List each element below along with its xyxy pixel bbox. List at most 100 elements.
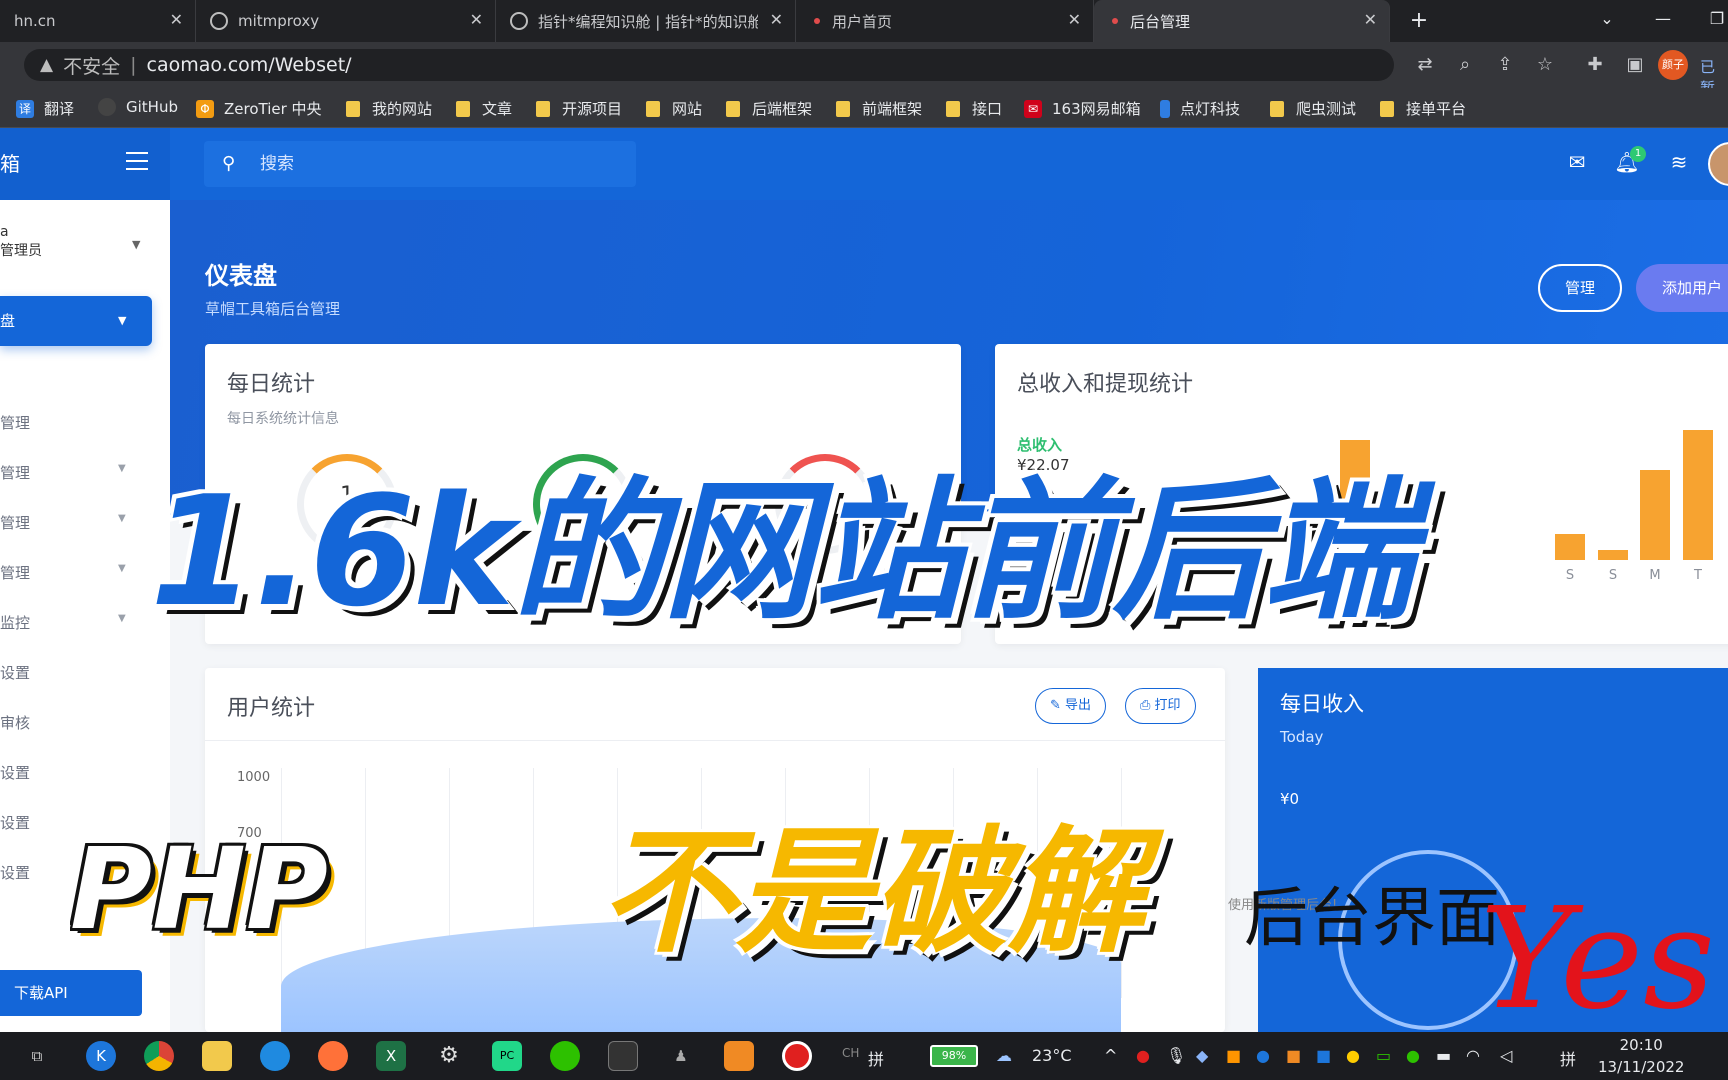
browser-tab[interactable]: 指针*编程知识舱 | 指针*的知识舱 ✕ [496,0,796,42]
axis-tick-label: T [1694,568,1702,583]
ime-indicator[interactable]: 拼 [1560,1046,1576,1070]
settings-gear-icon[interactable]: ⚙ [434,1041,464,1071]
sidebar-item[interactable]: 管理 [0,412,150,433]
tray-app-icon[interactable]: ◆ [1196,1046,1208,1065]
sidebar-item-dashboard[interactable]: 盘 ▼ [0,296,152,346]
menu-icon[interactable] [126,152,148,170]
mic-icon[interactable]: 🎙︎ [1166,1046,1186,1065]
sidebar-item[interactable]: 设置 [0,662,150,683]
close-icon[interactable]: ✕ [1068,10,1081,29]
extensions-icon[interactable]: ✚ [1584,54,1606,76]
task-view-icon[interactable]: ⧉ [22,1041,52,1071]
translate-icon[interactable]: ⇄ [1414,54,1436,76]
export-button[interactable]: ✎ 导出 [1035,688,1107,724]
record-tray-icon[interactable]: ● [1136,1046,1150,1065]
tray-app-icon[interactable]: ■ [1286,1046,1301,1065]
manage-button[interactable]: 管理 [1538,264,1622,312]
profile-avatar[interactable]: 颜子 [1658,50,1688,80]
bookmark-folder[interactable]: 爬虫测试 [1270,98,1356,119]
sidebar-item[interactable]: 管理 ▼ [0,512,150,533]
bookmark-folder[interactable]: 网站 [646,98,702,119]
bookmark-folder[interactable]: 接口 [946,98,1002,119]
tray-app-icon[interactable]: ● [1256,1046,1270,1065]
tray-app-icon[interactable]: ■ [1316,1046,1331,1065]
display-icon[interactable]: ▭ [1376,1046,1391,1065]
wechat-icon[interactable] [550,1041,580,1071]
wifi-icon[interactable]: ◠ [1466,1046,1480,1065]
avatar[interactable] [1708,142,1728,186]
pycharm-icon[interactable]: PC [492,1041,522,1071]
chevron-down-icon[interactable]: ⌄ [1580,0,1634,42]
print-button[interactable]: ⎙ 打印 [1125,688,1196,724]
ime-indicator[interactable]: 拼 [868,1046,884,1070]
edge-icon[interactable] [260,1041,290,1071]
qq-icon[interactable]: ● [1346,1046,1360,1065]
kugou-icon[interactable]: K [86,1041,116,1071]
speaker-icon[interactable]: ◁ [1500,1046,1512,1065]
app-icon[interactable]: ♟ [666,1041,696,1071]
close-icon[interactable]: ✕ [470,10,483,29]
chevron-up-icon[interactable]: ^ [1104,1046,1117,1065]
layers-icon[interactable]: ≋ [1666,150,1692,174]
file-explorer-icon[interactable] [202,1041,232,1071]
page-subtitle: 草帽工具箱后台管理 [205,300,341,318]
favicon-icon [814,18,820,24]
browser-tab[interactable]: 用户首页 ✕ [796,0,1094,42]
bookmark-folder[interactable]: 后端框架 [726,98,812,119]
bookmark-zerotier[interactable]: Φ ZeroTier 中央 [196,98,322,119]
zoom-icon[interactable]: ⌕ [1454,54,1476,76]
record-icon[interactable] [782,1041,812,1071]
favicon-icon [510,12,528,30]
browser-tab-active[interactable]: 后台管理 ✕ [1094,0,1390,42]
browser-tab[interactable]: mitmproxy ✕ [196,0,496,42]
restore-button[interactable]: ❐ [1690,0,1728,42]
add-user-button[interactable]: 添加用户 [1636,264,1728,312]
sidebar-item[interactable]: 审核 [0,712,150,733]
bookmark-folder[interactable]: 接单平台 [1380,98,1466,119]
browser-tab[interactable]: hn.cn ✕ [0,0,196,42]
bookmark-folder[interactable]: 开源项目 [536,98,622,119]
wechat-tray-icon[interactable]: ● [1406,1046,1420,1065]
excel-icon[interactable]: X [376,1041,406,1071]
sidebar-user[interactable]: a 管理员 ▼ [0,224,150,260]
bookmark-folder[interactable]: 我的网站 [346,98,432,119]
divider: | [130,54,137,76]
firefox-icon[interactable] [318,1041,348,1071]
sidebar-item[interactable]: 管理 ▼ [0,462,150,483]
battery-indicator[interactable]: 98% [930,1045,978,1067]
folder-icon [1380,100,1394,117]
mail-icon[interactable]: ✉ [1564,150,1590,174]
bookmark-github[interactable]: GitHub [98,98,178,116]
close-icon[interactable]: ✕ [770,10,783,29]
browser-toolbar: ▲ 不安全 | caomao.com/Webset/ ⇄ ⌕ ⇪ ☆ ✚ ▣ [0,42,1728,88]
folder-icon [726,100,740,117]
sidebar-item[interactable]: 设置 [0,762,150,783]
vm-icon[interactable] [724,1041,754,1071]
close-icon[interactable]: ✕ [1364,10,1377,29]
usb-icon[interactable]: ▬ [1436,1046,1451,1065]
ime-mode-icon[interactable]: CH [842,1046,859,1060]
sidebar-item[interactable]: 监控 ▼ [0,612,150,633]
new-tab-button[interactable]: + [1404,7,1434,37]
bookmark-translate[interactable]: 译翻译 [16,98,74,119]
tray-app-icon[interactable]: ■ [1226,1046,1241,1065]
sidebar-item[interactable]: 管理 ▼ [0,562,150,583]
clock[interactable]: 20:10 13/11/2022 [1598,1034,1684,1078]
download-api-button[interactable]: 下载API [0,970,142,1016]
bookmark-diandeng[interactable]: 点灯科技 [1160,98,1240,119]
search-input[interactable]: ⚲ 搜索 [204,141,636,187]
terminal-icon[interactable] [608,1041,638,1071]
bookmark-163mail[interactable]: ✉ 163网易邮箱 [1024,98,1141,119]
temperature[interactable]: 23°C [1032,1046,1072,1065]
not-cracked-caption: 不是破解 [600,814,1144,972]
star-icon[interactable]: ☆ [1534,54,1556,76]
chart-bar [1683,430,1713,560]
share-icon[interactable]: ⇪ [1494,54,1516,76]
chrome-icon[interactable] [144,1041,174,1071]
address-bar[interactable]: ▲ 不安全 | caomao.com/Webset/ [24,49,1394,81]
bookmark-folder[interactable]: 文章 [456,98,512,119]
close-icon[interactable]: ✕ [170,10,183,29]
bookmark-folder[interactable]: 前端框架 [836,98,922,119]
minimize-button[interactable]: — [1636,0,1690,42]
sidepanel-icon[interactable]: ▣ [1624,54,1646,76]
